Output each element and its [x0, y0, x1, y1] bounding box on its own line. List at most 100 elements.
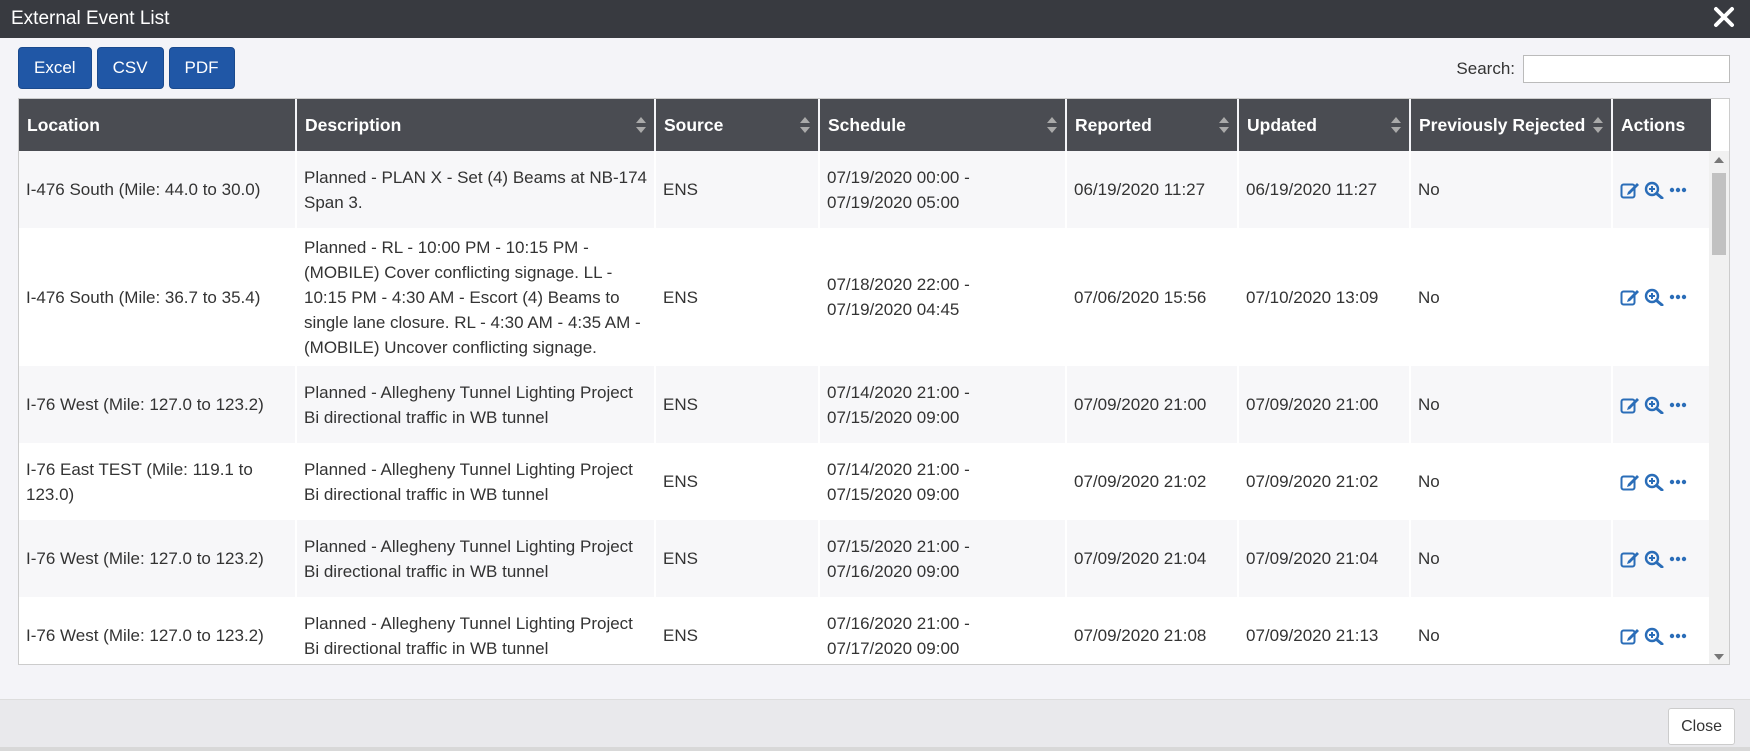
cell-location: I-476 South (Mile: 36.7 to 35.4): [19, 228, 297, 366]
column-header-source[interactable]: Source: [655, 99, 820, 151]
column-header-previously-rejected[interactable]: Previously Rejected: [1410, 99, 1613, 151]
search-label: Search:: [1456, 59, 1515, 78]
sort-icon: [1219, 117, 1229, 133]
more-icon[interactable]: [1668, 396, 1688, 414]
event-table: Location Description Source Schedule Rep…: [19, 99, 1712, 664]
cell-schedule: 07/16/2020 21:00 - 07/17/2020 09:00: [819, 597, 1067, 664]
cell-location: I-76 West (Mile: 127.0 to 123.2): [19, 520, 297, 597]
sort-icon: [1593, 117, 1603, 133]
table-header-row: Location Description Source Schedule Rep…: [19, 99, 1711, 151]
table-row[interactable]: I-76 West (Mile: 127.0 to 123.2) Planned…: [19, 597, 1712, 664]
cell-updated: 07/09/2020 21:02: [1238, 443, 1411, 520]
cell-schedule: 07/19/2020 00:00 - 07/19/2020 05:00: [819, 151, 1067, 228]
cell-updated: 07/09/2020 21:13: [1238, 597, 1411, 664]
table-row[interactable]: I-476 South (Mile: 36.7 to 35.4) Planned…: [19, 228, 1712, 366]
table-scrollbar[interactable]: [1709, 151, 1729, 664]
cell-schedule: 07/14/2020 21:00 - 07/15/2020 09:00: [819, 366, 1067, 443]
zoom-in-icon[interactable]: [1644, 627, 1664, 645]
cell-source: ENS: [655, 520, 820, 597]
cell-actions: [1612, 597, 1712, 664]
cell-source: ENS: [655, 443, 820, 520]
column-header-updated[interactable]: Updated: [1238, 99, 1411, 151]
cell-reported: 07/09/2020 21:00: [1066, 366, 1239, 443]
cell-reported: 07/09/2020 21:04: [1066, 520, 1239, 597]
cell-rejected: No: [1410, 597, 1613, 664]
cell-description: Planned - Allegheny Tunnel Lighting Proj…: [296, 443, 656, 520]
zoom-in-icon[interactable]: [1644, 550, 1664, 568]
column-header-schedule[interactable]: Schedule: [819, 99, 1067, 151]
column-header-description[interactable]: Description: [296, 99, 656, 151]
edit-icon[interactable]: [1620, 627, 1640, 645]
event-table-container: Location Description Source Schedule Rep…: [18, 98, 1730, 665]
column-header-actions: Actions: [1612, 99, 1711, 151]
sort-icon: [800, 117, 810, 133]
cell-rejected: No: [1410, 520, 1613, 597]
cell-updated: 07/10/2020 13:09: [1238, 228, 1411, 366]
more-icon[interactable]: [1668, 550, 1688, 568]
cell-actions: [1612, 228, 1712, 366]
page-underlay: [0, 747, 1750, 751]
cell-description: Planned - Allegheny Tunnel Lighting Proj…: [296, 366, 656, 443]
table-row[interactable]: I-476 South (Mile: 44.0 to 30.0) Planned…: [19, 151, 1712, 228]
cell-source: ENS: [655, 597, 820, 664]
cell-reported: 07/09/2020 21:02: [1066, 443, 1239, 520]
cell-location: I-476 South (Mile: 44.0 to 30.0): [19, 151, 297, 228]
dialog-titlebar: External Event List: [0, 0, 1750, 38]
cell-reported: 07/09/2020 21:08: [1066, 597, 1239, 664]
cell-actions: [1612, 520, 1712, 597]
cell-actions: [1612, 443, 1712, 520]
scroll-up-icon[interactable]: [1714, 157, 1724, 163]
cell-updated: 07/09/2020 21:00: [1238, 366, 1411, 443]
cell-updated: 07/09/2020 21:04: [1238, 520, 1411, 597]
scroll-down-icon[interactable]: [1714, 654, 1724, 660]
cell-description: Planned - Allegheny Tunnel Lighting Proj…: [296, 520, 656, 597]
table-row[interactable]: I-76 West (Mile: 127.0 to 123.2) Planned…: [19, 366, 1712, 443]
more-icon[interactable]: [1668, 627, 1688, 645]
zoom-in-icon[interactable]: [1644, 473, 1664, 491]
more-icon[interactable]: [1668, 473, 1688, 491]
cell-source: ENS: [655, 151, 820, 228]
column-header-location[interactable]: Location: [19, 99, 297, 151]
cell-rejected: No: [1410, 443, 1613, 520]
sort-icon: [1047, 117, 1057, 133]
cell-schedule: 07/18/2020 22:00 - 07/19/2020 04:45: [819, 228, 1067, 366]
cell-source: ENS: [655, 366, 820, 443]
edit-icon[interactable]: [1620, 550, 1640, 568]
cell-actions: [1612, 366, 1712, 443]
cell-rejected: No: [1410, 366, 1613, 443]
external-event-dialog: External Event List Excel CSV PDF Search…: [0, 0, 1750, 751]
column-header-reported[interactable]: Reported: [1066, 99, 1239, 151]
pdf-button[interactable]: PDF: [168, 47, 235, 89]
cell-rejected: No: [1410, 151, 1613, 228]
more-icon[interactable]: [1668, 181, 1688, 199]
dialog-title: External Event List: [11, 8, 170, 29]
zoom-in-icon[interactable]: [1644, 181, 1664, 199]
edit-icon[interactable]: [1620, 181, 1640, 199]
cell-updated: 06/19/2020 11:27: [1238, 151, 1411, 228]
close-icon[interactable]: [1711, 4, 1737, 30]
csv-button[interactable]: CSV: [96, 47, 164, 89]
cell-description: Planned - RL - 10:00 PM - 10:15 PM - (MO…: [296, 228, 656, 366]
zoom-in-icon[interactable]: [1644, 396, 1664, 414]
excel-button[interactable]: Excel: [18, 47, 92, 89]
close-button[interactable]: Close: [1668, 708, 1735, 745]
cell-actions: [1612, 151, 1712, 228]
cell-rejected: No: [1410, 228, 1613, 366]
scrollbar-thumb[interactable]: [1712, 173, 1726, 255]
edit-icon[interactable]: [1620, 396, 1640, 414]
cell-description: Planned - PLAN X - Set (4) Beams at NB-1…: [296, 151, 656, 228]
zoom-in-icon[interactable]: [1644, 288, 1664, 306]
dialog-body: Excel CSV PDF Search: Location Descripti…: [0, 38, 1750, 699]
table-row[interactable]: I-76 East TEST (Mile: 119.1 to 123.0) Pl…: [19, 443, 1712, 520]
more-icon[interactable]: [1668, 288, 1688, 306]
cell-schedule: 07/14/2020 21:00 - 07/15/2020 09:00: [819, 443, 1067, 520]
table-row[interactable]: I-76 West (Mile: 127.0 to 123.2) Planned…: [19, 520, 1712, 597]
cell-location: I-76 West (Mile: 127.0 to 123.2): [19, 597, 297, 664]
cell-reported: 06/19/2020 11:27: [1066, 151, 1239, 228]
edit-icon[interactable]: [1620, 288, 1640, 306]
search-input[interactable]: [1523, 55, 1730, 83]
edit-icon[interactable]: [1620, 473, 1640, 491]
sort-icon: [636, 117, 646, 133]
cell-location: I-76 West (Mile: 127.0 to 123.2): [19, 366, 297, 443]
export-buttons: Excel CSV PDF: [18, 47, 235, 89]
